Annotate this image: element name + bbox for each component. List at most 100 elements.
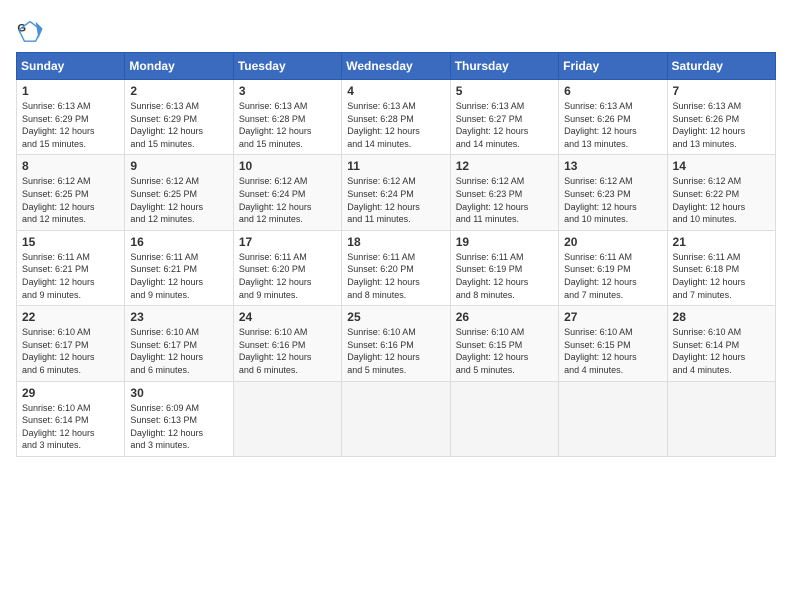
calendar-cell: 18 Sunrise: 6:11 AMSunset: 6:20 PMDaylig… xyxy=(342,230,450,305)
calendar-cell: 15 Sunrise: 6:11 AMSunset: 6:21 PMDaylig… xyxy=(17,230,125,305)
calendar-cell: 10 Sunrise: 6:12 AMSunset: 6:24 PMDaylig… xyxy=(233,155,341,230)
calendar-cell: 11 Sunrise: 6:12 AMSunset: 6:24 PMDaylig… xyxy=(342,155,450,230)
calendar-cell: 9 Sunrise: 6:12 AMSunset: 6:25 PMDayligh… xyxy=(125,155,233,230)
calendar-cell: 21 Sunrise: 6:11 AMSunset: 6:18 PMDaylig… xyxy=(667,230,775,305)
calendar-week-row: 22 Sunrise: 6:10 AMSunset: 6:17 PMDaylig… xyxy=(17,306,776,381)
day-number: 29 xyxy=(22,386,119,400)
calendar-cell: 1 Sunrise: 6:13 AMSunset: 6:29 PMDayligh… xyxy=(17,80,125,155)
cell-content: Sunrise: 6:12 AMSunset: 6:25 PMDaylight:… xyxy=(22,176,95,224)
day-number: 18 xyxy=(347,235,444,249)
calendar-week-row: 15 Sunrise: 6:11 AMSunset: 6:21 PMDaylig… xyxy=(17,230,776,305)
day-number: 21 xyxy=(673,235,770,249)
day-number: 10 xyxy=(239,159,336,173)
calendar-cell: 13 Sunrise: 6:12 AMSunset: 6:23 PMDaylig… xyxy=(559,155,667,230)
cell-content: Sunrise: 6:13 AMSunset: 6:29 PMDaylight:… xyxy=(130,101,203,149)
cell-content: Sunrise: 6:10 AMSunset: 6:15 PMDaylight:… xyxy=(456,327,529,375)
calendar-cell: 5 Sunrise: 6:13 AMSunset: 6:27 PMDayligh… xyxy=(450,80,558,155)
day-number: 14 xyxy=(673,159,770,173)
calendar-cell: 12 Sunrise: 6:12 AMSunset: 6:23 PMDaylig… xyxy=(450,155,558,230)
cell-content: Sunrise: 6:10 AMSunset: 6:16 PMDaylight:… xyxy=(239,327,312,375)
cell-content: Sunrise: 6:13 AMSunset: 6:27 PMDaylight:… xyxy=(456,101,529,149)
calendar-cell xyxy=(233,381,341,456)
calendar-header-row: SundayMondayTuesdayWednesdayThursdayFrid… xyxy=(17,53,776,80)
cell-content: Sunrise: 6:11 AMSunset: 6:20 PMDaylight:… xyxy=(347,252,420,300)
calendar-cell: 14 Sunrise: 6:12 AMSunset: 6:22 PMDaylig… xyxy=(667,155,775,230)
cell-content: Sunrise: 6:12 AMSunset: 6:23 PMDaylight:… xyxy=(456,176,529,224)
cell-content: Sunrise: 6:11 AMSunset: 6:20 PMDaylight:… xyxy=(239,252,312,300)
day-number: 16 xyxy=(130,235,227,249)
day-number: 27 xyxy=(564,310,661,324)
day-number: 9 xyxy=(130,159,227,173)
calendar-cell: 4 Sunrise: 6:13 AMSunset: 6:28 PMDayligh… xyxy=(342,80,450,155)
day-number: 20 xyxy=(564,235,661,249)
calendar-cell: 30 Sunrise: 6:09 AMSunset: 6:13 PMDaylig… xyxy=(125,381,233,456)
cell-content: Sunrise: 6:10 AMSunset: 6:14 PMDaylight:… xyxy=(22,403,95,451)
day-number: 12 xyxy=(456,159,553,173)
day-number: 25 xyxy=(347,310,444,324)
day-number: 19 xyxy=(456,235,553,249)
calendar-cell: 25 Sunrise: 6:10 AMSunset: 6:16 PMDaylig… xyxy=(342,306,450,381)
day-number: 5 xyxy=(456,84,553,98)
calendar-cell: 16 Sunrise: 6:11 AMSunset: 6:21 PMDaylig… xyxy=(125,230,233,305)
calendar-table: SundayMondayTuesdayWednesdayThursdayFrid… xyxy=(16,52,776,457)
cell-content: Sunrise: 6:10 AMSunset: 6:17 PMDaylight:… xyxy=(22,327,95,375)
day-number: 11 xyxy=(347,159,444,173)
cell-content: Sunrise: 6:13 AMSunset: 6:28 PMDaylight:… xyxy=(239,101,312,149)
calendar-cell: 17 Sunrise: 6:11 AMSunset: 6:20 PMDaylig… xyxy=(233,230,341,305)
calendar-cell xyxy=(450,381,558,456)
day-of-week-header: Saturday xyxy=(667,53,775,80)
day-number: 30 xyxy=(130,386,227,400)
cell-content: Sunrise: 6:10 AMSunset: 6:14 PMDaylight:… xyxy=(673,327,746,375)
calendar-week-row: 29 Sunrise: 6:10 AMSunset: 6:14 PMDaylig… xyxy=(17,381,776,456)
cell-content: Sunrise: 6:13 AMSunset: 6:28 PMDaylight:… xyxy=(347,101,420,149)
calendar-cell: 8 Sunrise: 6:12 AMSunset: 6:25 PMDayligh… xyxy=(17,155,125,230)
day-number: 23 xyxy=(130,310,227,324)
day-of-week-header: Monday xyxy=(125,53,233,80)
cell-content: Sunrise: 6:12 AMSunset: 6:25 PMDaylight:… xyxy=(130,176,203,224)
cell-content: Sunrise: 6:12 AMSunset: 6:24 PMDaylight:… xyxy=(239,176,312,224)
cell-content: Sunrise: 6:12 AMSunset: 6:22 PMDaylight:… xyxy=(673,176,746,224)
calendar-cell: 2 Sunrise: 6:13 AMSunset: 6:29 PMDayligh… xyxy=(125,80,233,155)
calendar-cell: 26 Sunrise: 6:10 AMSunset: 6:15 PMDaylig… xyxy=(450,306,558,381)
calendar-cell xyxy=(667,381,775,456)
cell-content: Sunrise: 6:10 AMSunset: 6:15 PMDaylight:… xyxy=(564,327,637,375)
day-number: 15 xyxy=(22,235,119,249)
cell-content: Sunrise: 6:10 AMSunset: 6:17 PMDaylight:… xyxy=(130,327,203,375)
logo-icon: G xyxy=(16,16,44,44)
cell-content: Sunrise: 6:13 AMSunset: 6:29 PMDaylight:… xyxy=(22,101,95,149)
cell-content: Sunrise: 6:13 AMSunset: 6:26 PMDaylight:… xyxy=(564,101,637,149)
day-number: 3 xyxy=(239,84,336,98)
day-number: 17 xyxy=(239,235,336,249)
calendar-cell: 27 Sunrise: 6:10 AMSunset: 6:15 PMDaylig… xyxy=(559,306,667,381)
cell-content: Sunrise: 6:11 AMSunset: 6:21 PMDaylight:… xyxy=(130,252,203,300)
day-number: 1 xyxy=(22,84,119,98)
cell-content: Sunrise: 6:10 AMSunset: 6:16 PMDaylight:… xyxy=(347,327,420,375)
day-number: 7 xyxy=(673,84,770,98)
cell-content: Sunrise: 6:13 AMSunset: 6:26 PMDaylight:… xyxy=(673,101,746,149)
cell-content: Sunrise: 6:09 AMSunset: 6:13 PMDaylight:… xyxy=(130,403,203,451)
day-number: 13 xyxy=(564,159,661,173)
cell-content: Sunrise: 6:12 AMSunset: 6:24 PMDaylight:… xyxy=(347,176,420,224)
day-of-week-header: Wednesday xyxy=(342,53,450,80)
day-number: 24 xyxy=(239,310,336,324)
calendar-cell: 20 Sunrise: 6:11 AMSunset: 6:19 PMDaylig… xyxy=(559,230,667,305)
calendar-cell: 22 Sunrise: 6:10 AMSunset: 6:17 PMDaylig… xyxy=(17,306,125,381)
cell-content: Sunrise: 6:11 AMSunset: 6:21 PMDaylight:… xyxy=(22,252,95,300)
cell-content: Sunrise: 6:11 AMSunset: 6:19 PMDaylight:… xyxy=(564,252,637,300)
day-number: 22 xyxy=(22,310,119,324)
day-of-week-header: Thursday xyxy=(450,53,558,80)
calendar-cell: 23 Sunrise: 6:10 AMSunset: 6:17 PMDaylig… xyxy=(125,306,233,381)
calendar-cell: 3 Sunrise: 6:13 AMSunset: 6:28 PMDayligh… xyxy=(233,80,341,155)
calendar-cell: 6 Sunrise: 6:13 AMSunset: 6:26 PMDayligh… xyxy=(559,80,667,155)
day-of-week-header: Tuesday xyxy=(233,53,341,80)
calendar-cell: 7 Sunrise: 6:13 AMSunset: 6:26 PMDayligh… xyxy=(667,80,775,155)
calendar-week-row: 8 Sunrise: 6:12 AMSunset: 6:25 PMDayligh… xyxy=(17,155,776,230)
day-number: 2 xyxy=(130,84,227,98)
logo: G xyxy=(16,16,48,44)
day-of-week-header: Sunday xyxy=(17,53,125,80)
calendar-cell xyxy=(559,381,667,456)
calendar-cell: 29 Sunrise: 6:10 AMSunset: 6:14 PMDaylig… xyxy=(17,381,125,456)
day-number: 4 xyxy=(347,84,444,98)
page-header: G xyxy=(16,16,776,44)
day-number: 8 xyxy=(22,159,119,173)
